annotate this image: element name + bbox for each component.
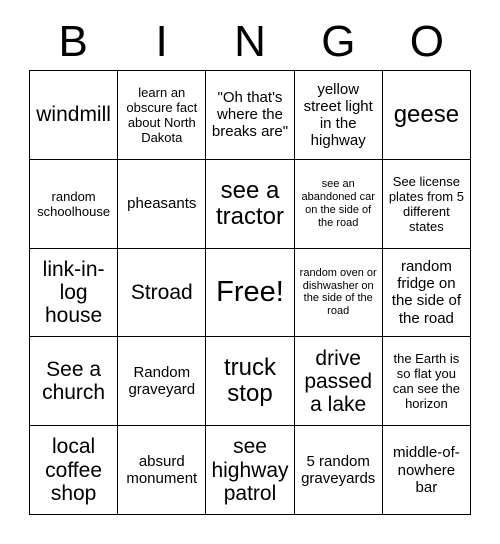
bingo-cell-r2-c3[interactable]: see a tractor (206, 159, 295, 249)
bingo-cell-label: 5 random graveyards (301, 453, 376, 488)
bingo-cell-r2-c2[interactable]: pheasants (118, 159, 207, 249)
bingo-cell-label: Stroad (130, 280, 193, 304)
bingo-cell-label: see a tractor (215, 176, 284, 230)
bingo-cell-label: windmill (36, 103, 111, 127)
bingo-cell-label: yellow street light in the highway (303, 80, 373, 149)
bingo-cell-label: pheasants (127, 195, 197, 213)
bingo-cell-label: random schoolhouse (37, 188, 111, 219)
bingo-cell-label: see an abandoned car on the side of the … (301, 177, 375, 229)
bingo-cell-r3-c2[interactable]: Stroad (118, 248, 207, 338)
bingo-cell-label: "Oh that's where the breaks are" (211, 89, 289, 141)
bingo-cell-r1-c3[interactable]: "Oh that's where the breaks are" (206, 71, 295, 160)
bingo-header-row: B I N G O (29, 14, 471, 70)
bingo-cell-r1-c4[interactable]: yellow street light in the highway (294, 71, 383, 160)
bingo-cell-label: random oven or dishwasher on the side of… (299, 266, 377, 318)
bingo-card: B I N G O windmill learn an obscure fact … (0, 0, 500, 544)
bingo-cell-label: drive passed a lake (304, 346, 373, 416)
bingo-cell-label: absurd monument (126, 453, 198, 488)
bingo-cell-r4-c1[interactable]: See a church (30, 337, 119, 427)
bingo-header-letter-n: N (234, 17, 266, 66)
bingo-cell-r5-c1[interactable]: local coffee shop (30, 426, 119, 515)
bingo-cell-label: Free! (216, 276, 284, 309)
bingo-cell-r2-c4[interactable]: see an abandoned car on the side of the … (294, 159, 383, 249)
bingo-cell-label: See a church (42, 358, 106, 405)
bingo-cell-label: Random graveyard (128, 364, 196, 399)
bingo-cell-r1-c2[interactable]: learn an obscure fact about North Dakota (118, 71, 207, 160)
bingo-cell-label: link-in-log house (42, 257, 105, 328)
bingo-cell-r5-c3[interactable]: see highway patrol (206, 426, 295, 515)
bingo-cell-label: learn an obscure fact about North Dakota (126, 84, 198, 145)
bingo-cell-label: local coffee shop (45, 435, 102, 505)
bingo-cell-r3-c4[interactable]: random oven or dishwasher on the side of… (294, 248, 383, 338)
bingo-cell-r3-c1[interactable]: link-in-log house (30, 248, 119, 338)
bingo-cell-label: See license plates from 5 different stat… (388, 173, 464, 234)
bingo-cell-label: truck stop (223, 354, 276, 408)
bingo-cell-r5-c4[interactable]: 5 random graveyards (294, 426, 383, 515)
bingo-cell-r3-c5[interactable]: random fridge on the side of the road (382, 248, 471, 338)
bingo-cell-r2-c5[interactable]: See license plates from 5 different stat… (382, 159, 471, 249)
bingo-header-letter-o: O (409, 17, 444, 66)
bingo-cell-label: the Earth is so flat you can see the hor… (392, 351, 460, 412)
bingo-cell-r5-c5[interactable]: middle-of-nowhere bar (382, 426, 471, 515)
bingo-cell-r4-c3[interactable]: truck stop (206, 337, 295, 427)
bingo-cell-r4-c2[interactable]: Random graveyard (118, 337, 207, 427)
bingo-cell-r4-c4[interactable]: drive passed a lake (294, 337, 383, 427)
bingo-cell-r5-c2[interactable]: absurd monument (118, 426, 207, 515)
bingo-cell-r1-c5[interactable]: geese (382, 71, 471, 160)
bingo-cell-label: middle-of-nowhere bar (393, 444, 460, 496)
bingo-free-space[interactable]: Free! (206, 248, 295, 338)
bingo-cell-label: see highway patrol (211, 435, 289, 505)
bingo-cell-r2-c1[interactable]: random schoolhouse (30, 159, 119, 249)
bingo-cell-label: geese (393, 100, 460, 128)
bingo-cell-label: random fridge on the side of the road (391, 258, 461, 327)
bingo-grid: windmill learn an obscure fact about Nort… (29, 70, 471, 515)
bingo-cell-r1-c1[interactable]: windmill (30, 71, 119, 160)
bingo-header-letter-i: I (155, 17, 168, 66)
bingo-header-letter-g: G (321, 17, 356, 66)
bingo-cell-r4-c5[interactable]: the Earth is so flat you can see the hor… (382, 337, 471, 427)
bingo-header-letter-b: B (58, 17, 88, 66)
